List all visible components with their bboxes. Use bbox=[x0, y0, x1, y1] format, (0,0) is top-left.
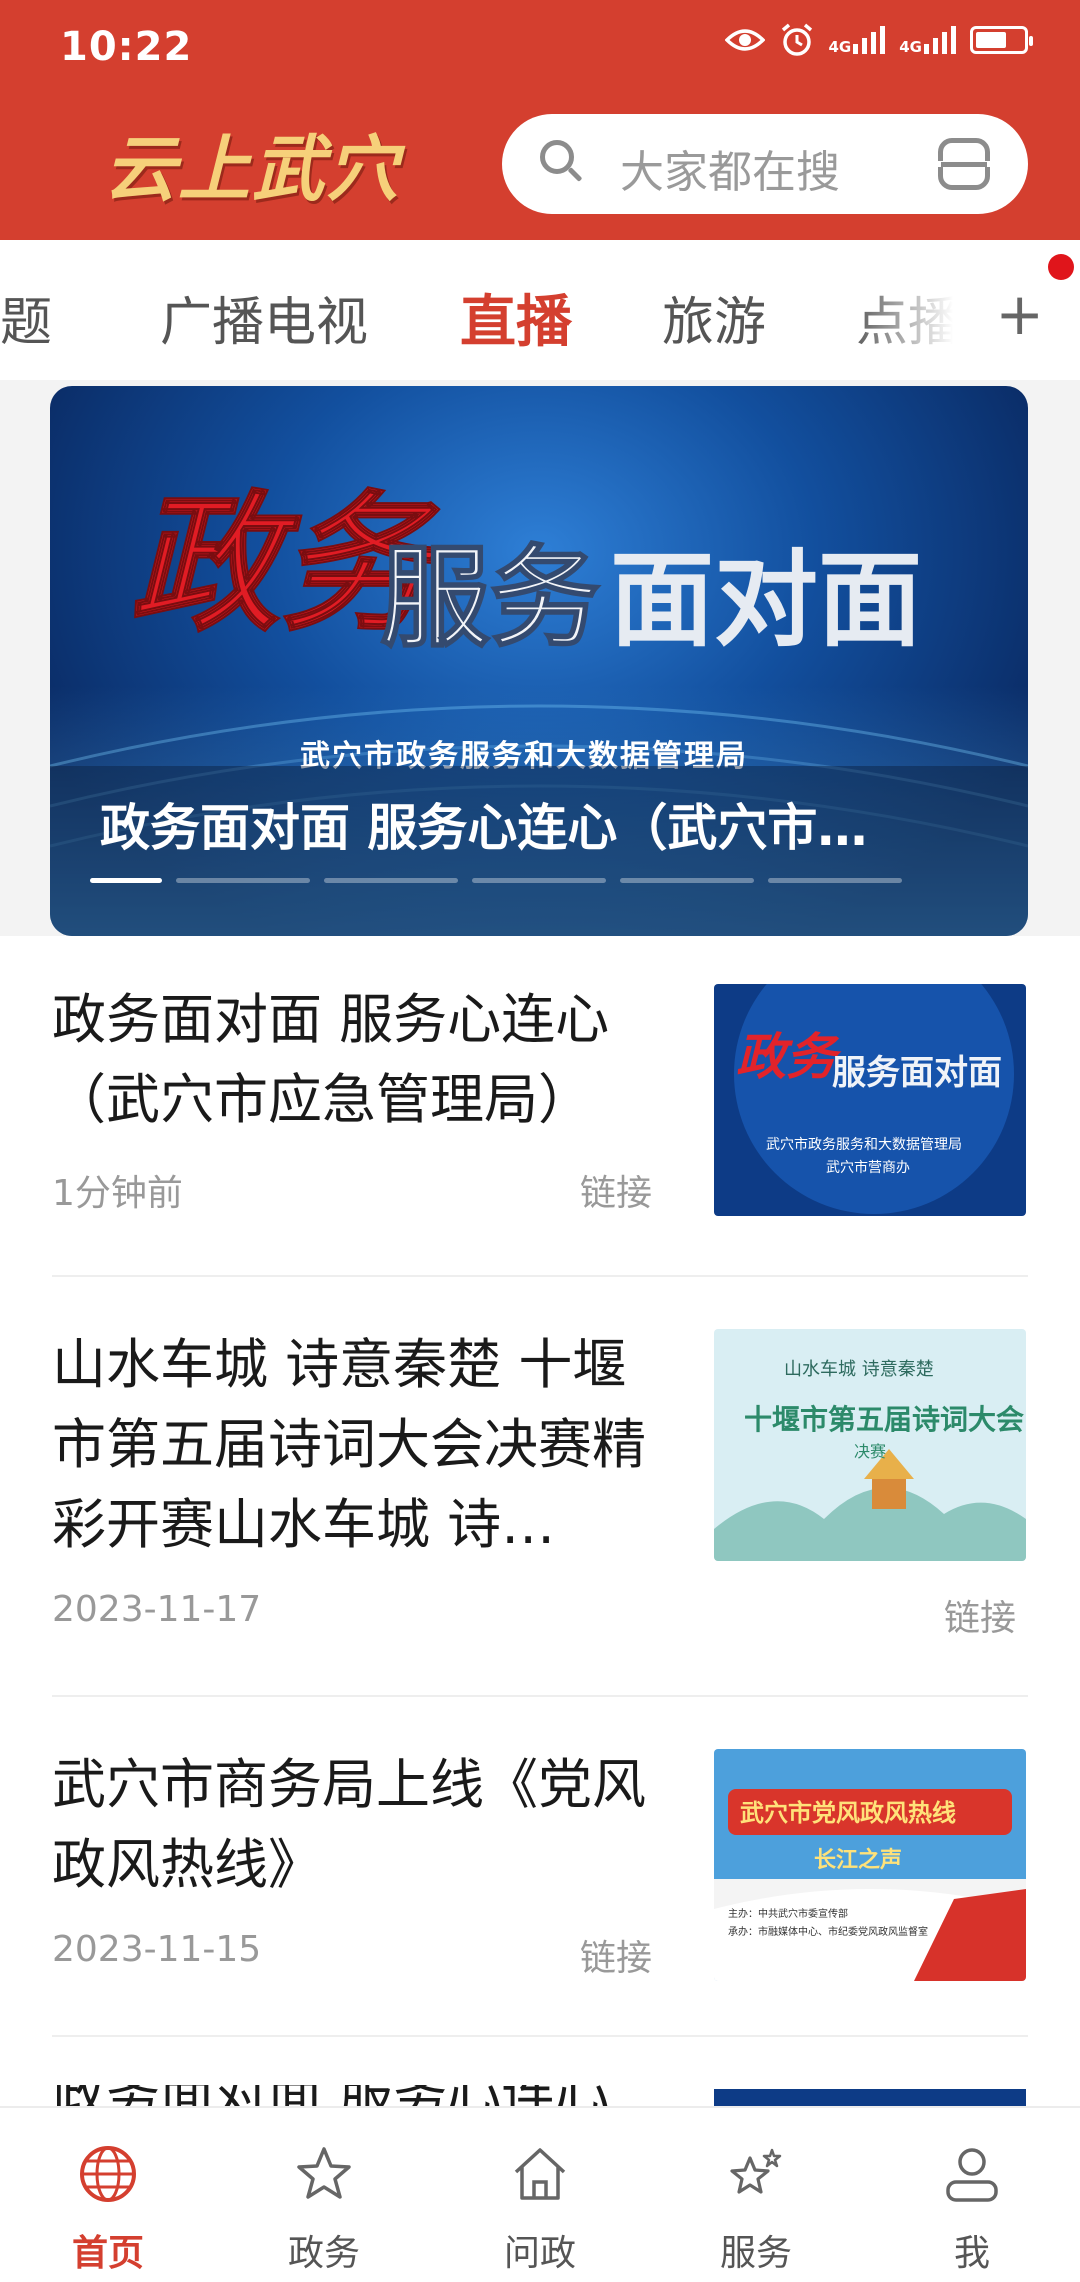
nav-label: 首页 bbox=[71, 2233, 144, 2274]
signal-2: 4G bbox=[899, 26, 956, 56]
banner-art-white: 服务 bbox=[380, 533, 600, 662]
notification-dot bbox=[1048, 254, 1074, 280]
banner-caption: 政务面对面 服务心连心（武穴市… bbox=[100, 799, 868, 857]
news-time: 2023-11-15 bbox=[52, 1929, 262, 1970]
user-icon bbox=[946, 2148, 998, 2202]
channel-tabs: 专题 广播电视 直播 旅游 点播 + bbox=[0, 240, 1080, 380]
nav-home[interactable]: 首页 bbox=[0, 2108, 216, 2282]
news-time: 2023-11-17 bbox=[52, 1589, 262, 1630]
network-type-2: 4G bbox=[899, 38, 922, 56]
svg-text:武穴市营商办: 武穴市营商办 bbox=[826, 1159, 910, 1176]
svg-text:承办：市融媒体中心、市纪委党风政风监督室: 承办：市融媒体中心、市纪委党风政风监督室 bbox=[728, 1925, 928, 1938]
bottom-nav: 首页 政务 问政 服务 我 bbox=[0, 2106, 1080, 2282]
signal-bars-icon bbox=[924, 26, 956, 54]
news-tag: 链接 bbox=[580, 1938, 653, 1979]
news-item[interactable]: 山水车城 诗意秦楚 十堰市第五届诗词大会决赛精彩开赛山水车城 诗… 2023-1… bbox=[52, 1325, 1028, 1645]
news-time: 1分钟前 bbox=[52, 1173, 183, 1214]
svg-text:主办：中共武穴市委宣传部: 主办：中共武穴市委宣传部 bbox=[728, 1907, 848, 1920]
nav-me[interactable]: 我 bbox=[864, 2108, 1080, 2282]
search-icon bbox=[540, 140, 574, 174]
svg-text:决赛: 决赛 bbox=[854, 1442, 886, 1461]
news-tag: 链接 bbox=[944, 1598, 1017, 1639]
news-title: 政务面对面 服务心连心（武穴市应急管理局） bbox=[52, 988, 610, 1131]
battery-icon bbox=[970, 26, 1033, 54]
nav-label: 政务 bbox=[287, 2233, 360, 2274]
svg-text:政务: 政务 bbox=[736, 1027, 842, 1086]
add-channel-icon[interactable]: + bbox=[995, 280, 1044, 348]
news-title: 山水车城 诗意秦楚 十堰市第五届诗词大会决赛精彩开赛山水车城 诗… bbox=[52, 1333, 646, 1556]
news-title: 武穴市商务局上线《党风政风热线》 bbox=[52, 1753, 646, 1896]
svg-text:十堰市第五届诗词大会: 十堰市第五届诗词大会 bbox=[744, 1403, 1024, 1436]
indicator bbox=[620, 878, 754, 883]
indicator bbox=[768, 878, 902, 883]
nav-label: 服务 bbox=[719, 2233, 792, 2274]
svg-text:服务面对面: 服务面对面 bbox=[832, 1053, 1002, 1093]
news-thumbnail: 山水车城 诗意秦楚 十堰市第五届诗词大会 决赛 bbox=[714, 1329, 1026, 1561]
banner-carousel[interactable]: 政务 服务 面对面 武穴市政务服务和大数据管理局 政务面对面 服务心连心（武穴市… bbox=[50, 386, 1028, 936]
news-thumbnail: 政务 服务面对面 武穴市政务服务和大数据管理局 武穴市营商办 bbox=[714, 984, 1026, 1216]
carousel-indicator bbox=[90, 878, 902, 883]
scan-icon[interactable] bbox=[935, 138, 993, 190]
star-icon bbox=[297, 2147, 351, 2199]
news-tag: 链接 bbox=[580, 1173, 653, 1214]
alarm-icon bbox=[781, 23, 812, 56]
app-logo: 云上武穴 bbox=[104, 126, 401, 211]
tab-broadcast[interactable]: 广播电视 bbox=[160, 280, 368, 355]
nav-label: 问政 bbox=[503, 2233, 576, 2274]
search-bar[interactable]: 大家都在搜 bbox=[502, 114, 1028, 214]
news-item-partial[interactable]: 政务面对面 服务心连心（武穴市应急管理局） bbox=[52, 2085, 652, 2106]
tabs-fade bbox=[850, 240, 1080, 380]
svg-text:武穴市政务服务和大数据管理局: 武穴市政务服务和大数据管理局 bbox=[766, 1136, 962, 1153]
svg-text:长江之声: 长江之声 bbox=[814, 1847, 902, 1873]
nav-label: 我 bbox=[953, 2233, 990, 2274]
indicator bbox=[472, 878, 606, 883]
signal-1: 4G bbox=[828, 26, 886, 56]
globe-icon bbox=[80, 2146, 136, 2202]
status-time: 10:22 bbox=[60, 24, 193, 70]
tab-travel[interactable]: 旅游 bbox=[662, 280, 766, 355]
news-thumbnail-partial bbox=[714, 2089, 1026, 2106]
indicator bbox=[176, 878, 310, 883]
home-icon bbox=[514, 2148, 566, 2200]
divider bbox=[52, 2035, 1028, 2037]
tab-zhuanti[interactable]: 专题 bbox=[0, 280, 52, 355]
indicator-active bbox=[90, 878, 162, 883]
tab-live[interactable]: 直播 bbox=[460, 277, 572, 358]
stars-icon bbox=[730, 2148, 782, 2194]
news-thumbnail: 武穴市党风政风热线 长江之声 主办：中共武穴市委宣传部 承办：市融媒体中心、市纪… bbox=[714, 1749, 1026, 1981]
svg-text:武穴市党风政风热线: 武穴市党风政风热线 bbox=[740, 1798, 956, 1827]
banner-art-face: 面对面 bbox=[610, 539, 922, 661]
nav-government[interactable]: 政务 bbox=[216, 2108, 432, 2282]
divider bbox=[52, 1275, 1028, 1277]
status-icons: 4G 4G bbox=[724, 22, 1033, 58]
search-placeholder: 大家都在搜 bbox=[620, 147, 840, 198]
network-type-1: 4G bbox=[828, 38, 852, 56]
eye-icon bbox=[724, 29, 765, 51]
app-header: 10:22 4G 4G 云上武穴 大家都在搜 bbox=[0, 0, 1080, 240]
news-item[interactable]: 武穴市商务局上线《党风政风热线》 2023-11-15 链接 武穴市党风政风热线… bbox=[52, 1745, 1028, 1995]
svg-text:山水车城 诗意秦楚: 山水车城 诗意秦楚 bbox=[784, 1359, 934, 1380]
news-item[interactable]: 政务面对面 服务心连心（武穴市应急管理局） 1分钟前 链接 政务 服务面对面 武… bbox=[52, 980, 1028, 1230]
news-title: 政务面对面 服务心连心（武穴市应急管理局） bbox=[52, 2085, 652, 2106]
divider bbox=[52, 1695, 1028, 1697]
nav-service[interactable]: 服务 bbox=[648, 2108, 864, 2282]
signal-bars-icon bbox=[853, 26, 886, 54]
indicator bbox=[324, 878, 458, 883]
nav-inquiry[interactable]: 问政 bbox=[432, 2108, 648, 2282]
